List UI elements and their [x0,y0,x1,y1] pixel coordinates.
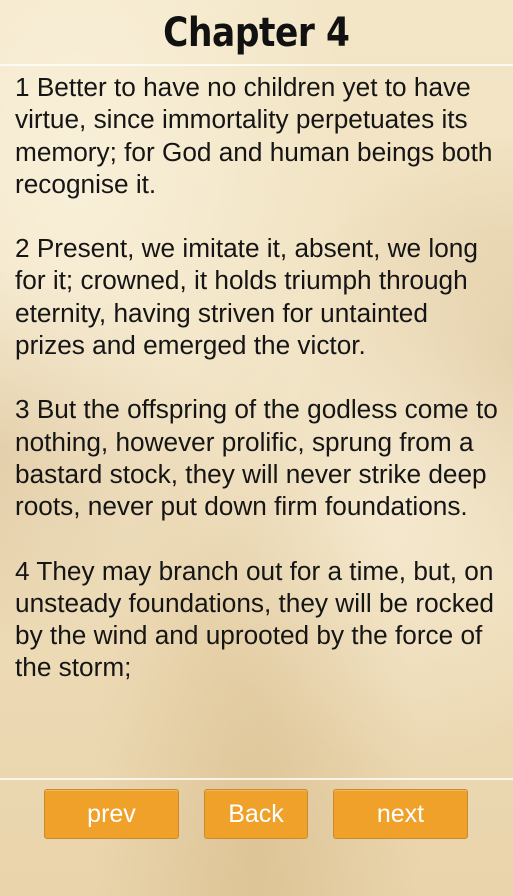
chapter-header: Chapter 4 [0,0,513,64]
navigation-bar: prev Back next [0,780,513,896]
verse-1: 1 Better to have no children yet to have… [15,72,493,199]
chapter-title: Chapter 4 [163,10,350,56]
verse-3: 3 But the offspring of the godless come … [15,394,498,522]
verse-2: 2 Present, we imitate it, absent, we lon… [15,233,478,361]
chapter-text-area[interactable]: 1 Better to have no children yet to have… [0,66,513,776]
back-button[interactable]: Back [204,789,308,839]
prev-button[interactable]: prev [44,789,179,839]
next-button[interactable]: next [333,789,468,839]
verse-4: 4 They may branch out for a time, but, o… [15,555,494,683]
